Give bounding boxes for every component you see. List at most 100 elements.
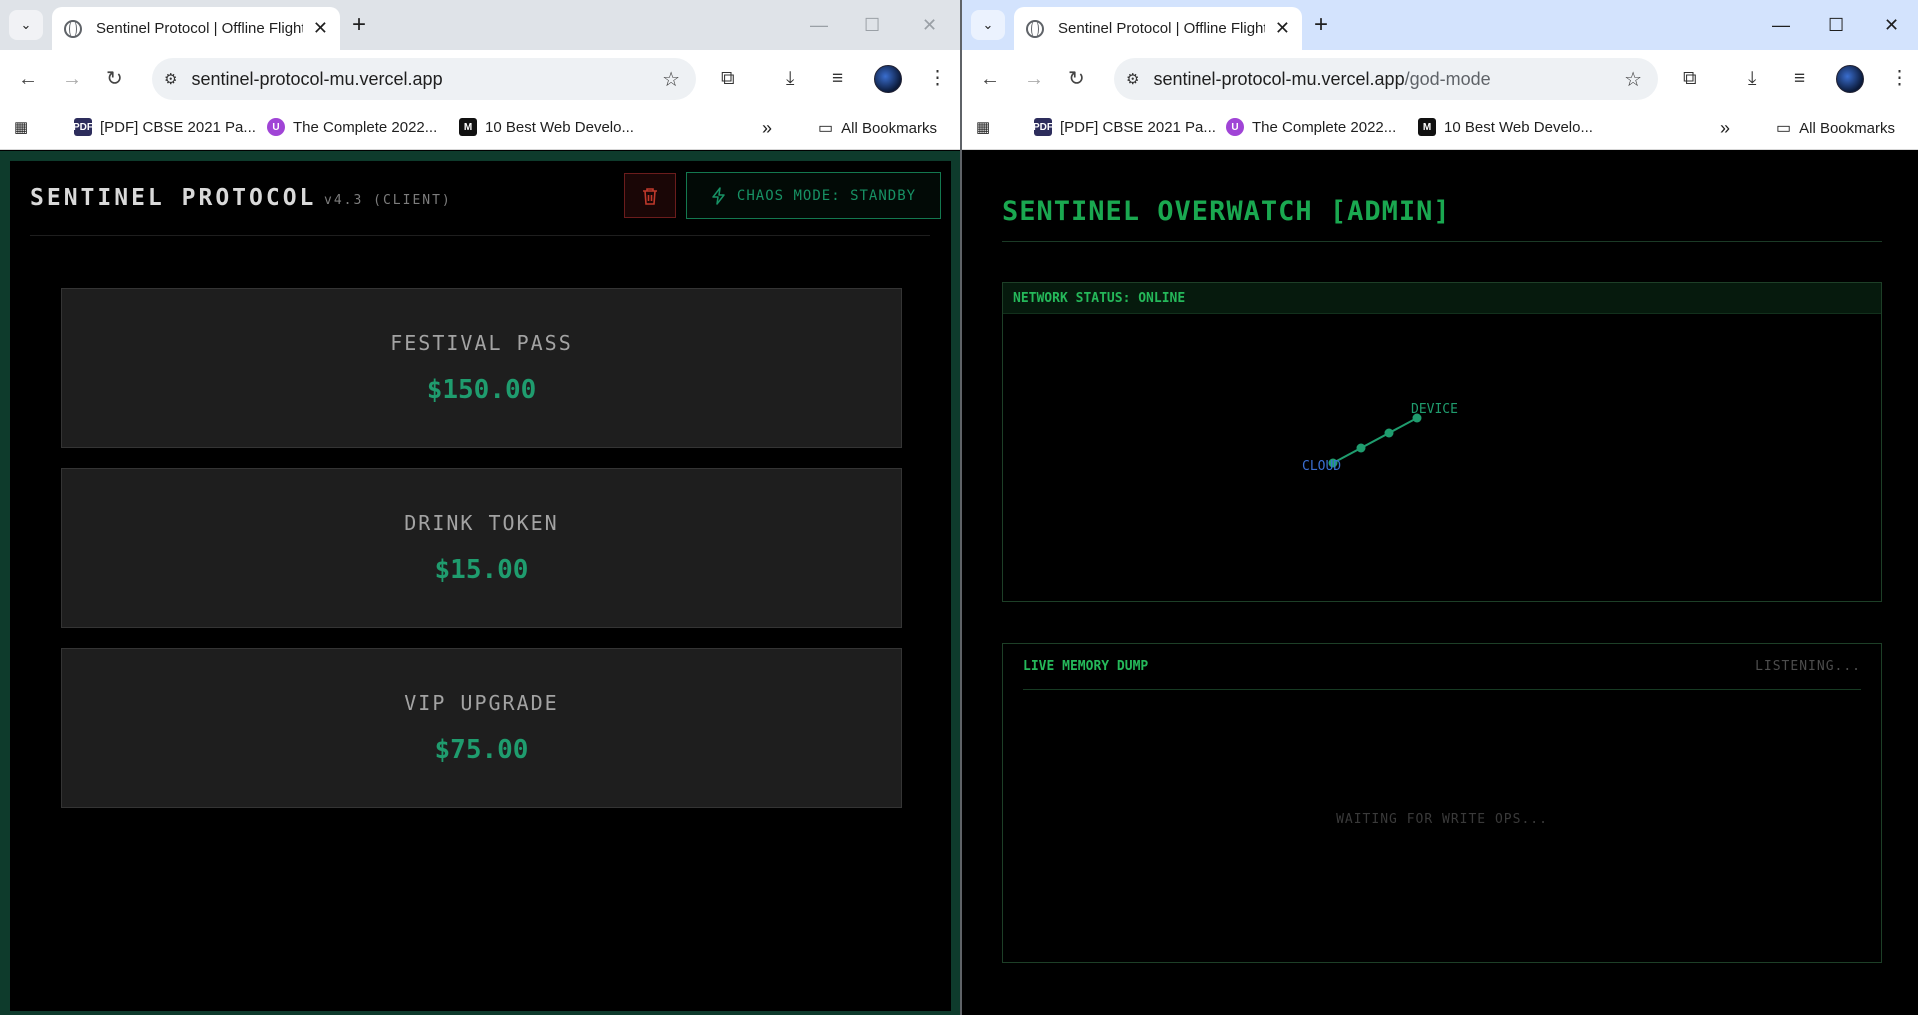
- extensions-icon[interactable]: ⧉: [721, 65, 735, 93]
- bookmark-label: [PDF] CBSE 2021 Pa...: [100, 118, 256, 136]
- bookmarks-bar: ▦ PDF [PDF] CBSE 2021 Pa... U The Complete…: [962, 108, 1918, 150]
- admin-browser-window: ⌄ Sentinel Protocol | Offline Flight ✕ +…: [962, 0, 1918, 1015]
- forward-arrow-icon[interactable]: →: [62, 64, 82, 94]
- globe-icon: [1026, 19, 1044, 38]
- bookmark-cbse[interactable]: PDF [PDF] CBSE 2021 Pa...: [1033, 118, 1216, 136]
- bookmarks-bar: ▦ PDF [PDF] CBSE 2021 Pa... U The Complete…: [0, 108, 961, 150]
- tab-sentinel-admin[interactable]: Sentinel Protocol | Offline Flight ✕: [1014, 7, 1302, 50]
- network-status-label: NETWORK STATUS: ONLINE: [1003, 283, 1881, 314]
- maximize-icon[interactable]: ☐: [864, 10, 880, 40]
- tab-search-button[interactable]: ⌄: [9, 10, 43, 40]
- chaos-mode-button[interactable]: CHAOS MODE: STANDBY: [686, 172, 941, 219]
- bookmark-label: 10 Best Web Develo...: [485, 118, 634, 136]
- memory-dump-title: LIVE MEMORY DUMP: [1023, 659, 1149, 674]
- close-tab-icon[interactable]: ✕: [1275, 18, 1290, 39]
- address-bar[interactable]: ⚙ sentinel-protocol-mu.vercel.app ☆: [152, 58, 696, 100]
- apps-grid-icon[interactable]: ▦: [14, 118, 28, 136]
- minimize-icon[interactable]: —: [1772, 10, 1790, 40]
- all-bookmarks-button[interactable]: ▭ All Bookmarks: [818, 118, 937, 138]
- reload-icon[interactable]: ↻: [106, 64, 123, 94]
- download-icon[interactable]: ⤓: [786, 65, 794, 93]
- extensions-icon[interactable]: ⧉: [1683, 65, 1697, 93]
- tab-title: Sentinel Protocol | Offline Flight: [96, 20, 303, 37]
- tab-strip: ⌄ Sentinel Protocol | Offline Flight ✕ +…: [0, 0, 961, 50]
- url-host: sentinel-protocol-mu.vercel.app: [1153, 68, 1405, 89]
- product-price: $150.00: [426, 375, 537, 405]
- bookmark-label: The Complete 2022...: [293, 118, 438, 136]
- bookmark-complete-2022[interactable]: U The Complete 2022...: [267, 118, 437, 136]
- network-status-panel: NETWORK STATUS: ONLINE CLOUD DEVICE: [1002, 282, 1882, 602]
- tab-sentinel-client[interactable]: Sentinel Protocol | Offline Flight ✕: [52, 7, 340, 50]
- clear-data-button[interactable]: [624, 173, 676, 218]
- site-settings-icon[interactable]: ⚙: [164, 70, 177, 88]
- globe-icon: [64, 19, 82, 38]
- new-tab-button[interactable]: +: [1314, 10, 1328, 40]
- back-arrow-icon[interactable]: ←: [980, 64, 1000, 94]
- address-bar[interactable]: ⚙ sentinel-protocol-mu.vercel.app/god-mo…: [1114, 58, 1658, 100]
- memory-dump-header: LIVE MEMORY DUMP LISTENING...: [1023, 644, 1861, 690]
- bookmark-label: The Complete 2022...: [1252, 118, 1397, 136]
- forward-arrow-icon[interactable]: →: [1024, 64, 1044, 94]
- lightning-icon: [712, 186, 725, 205]
- download-icon[interactable]: ⤓: [1748, 65, 1756, 93]
- kebab-menu-icon[interactable]: ⋮: [1890, 65, 1909, 93]
- bookmark-web-develo[interactable]: M 10 Best Web Develo...: [459, 118, 634, 136]
- client-browser-window: ⌄ Sentinel Protocol | Offline Flight ✕ +…: [0, 0, 961, 1015]
- cloud-node-label: CLOUD: [1302, 459, 1341, 474]
- bookmarks-overflow-button[interactable]: »: [762, 118, 772, 139]
- kebab-menu-icon[interactable]: ⋮: [928, 65, 947, 93]
- product-name: VIP UPGRADE: [404, 691, 559, 715]
- udemy-favicon-icon: U: [1226, 118, 1244, 136]
- profile-avatar[interactable]: [1836, 65, 1864, 93]
- close-window-icon[interactable]: ✕: [922, 10, 937, 40]
- bookmark-star-icon[interactable]: ☆: [1624, 67, 1642, 92]
- maximize-icon[interactable]: ☐: [1828, 10, 1844, 40]
- medium-favicon-icon: M: [1418, 118, 1436, 136]
- minimize-icon[interactable]: —: [810, 10, 828, 40]
- back-arrow-icon[interactable]: ←: [18, 64, 38, 94]
- bookmark-cbse[interactable]: PDF [PDF] CBSE 2021 Pa...: [73, 118, 256, 136]
- memory-dump-empty-state: WAITING FOR WRITE OPS...: [1336, 812, 1548, 827]
- apps-grid-icon[interactable]: ▦: [976, 118, 990, 136]
- medium-favicon-icon: M: [459, 118, 477, 136]
- tab-strip: ⌄ Sentinel Protocol | Offline Flight ✕ +…: [962, 0, 1918, 50]
- close-tab-icon[interactable]: ✕: [313, 18, 328, 39]
- bookmarks-overflow-button[interactable]: »: [1720, 118, 1730, 139]
- media-controls-icon[interactable]: ≡: [1794, 65, 1805, 93]
- close-window-icon[interactable]: ✕: [1884, 10, 1899, 40]
- url-path: /god-mode: [1404, 68, 1491, 89]
- profile-avatar[interactable]: [874, 65, 902, 93]
- memory-dump-panel: LIVE MEMORY DUMP LISTENING... WAITING FO…: [1002, 643, 1882, 963]
- trash-icon: [643, 187, 657, 205]
- packet-dot: [1384, 428, 1394, 438]
- product-price: $75.00: [434, 735, 529, 765]
- media-controls-icon[interactable]: ≡: [832, 65, 843, 93]
- all-bookmarks-label: All Bookmarks: [1799, 119, 1895, 137]
- all-bookmarks-button[interactable]: ▭ All Bookmarks: [1776, 118, 1895, 138]
- product-card-drink-token[interactable]: DRINK TOKEN $15.00: [61, 468, 902, 628]
- new-tab-button[interactable]: +: [352, 10, 366, 40]
- chaos-mode-label: CHAOS MODE: STANDBY: [736, 187, 917, 204]
- network-graph: CLOUD DEVICE: [1302, 402, 1458, 474]
- product-price: $15.00: [434, 555, 529, 585]
- bookmark-complete-2022[interactable]: U The Complete 2022...: [1226, 118, 1396, 136]
- bookmark-web-develo[interactable]: M 10 Best Web Develo...: [1418, 118, 1593, 136]
- tab-search-button[interactable]: ⌄: [971, 10, 1005, 40]
- memory-dump-status: LISTENING...: [1755, 659, 1861, 674]
- network-link: [1332, 417, 1418, 464]
- folder-icon: ▭: [818, 120, 834, 137]
- browser-toolbar: ← → ↻ ⚙ sentinel-protocol-mu.vercel.app/…: [962, 50, 1918, 108]
- product-card-vip-upgrade[interactable]: VIP UPGRADE $75.00: [61, 648, 902, 808]
- device-node-label: DEVICE: [1411, 402, 1458, 417]
- product-name: FESTIVAL PASS: [390, 331, 573, 355]
- url-host: sentinel-protocol-mu.vercel.app: [191, 68, 443, 89]
- site-settings-icon[interactable]: ⚙: [1126, 70, 1139, 88]
- pdf-favicon-icon: PDF: [1033, 118, 1053, 136]
- reload-icon[interactable]: ↻: [1068, 64, 1085, 94]
- udemy-favicon-icon: U: [267, 118, 285, 136]
- product-card-festival-pass[interactable]: FESTIVAL PASS $150.00: [61, 288, 902, 448]
- all-bookmarks-label: All Bookmarks: [841, 119, 937, 137]
- chevron-down-icon: ⌄: [982, 17, 994, 32]
- app-title: SENTINEL PROTOCOL: [30, 185, 317, 211]
- bookmark-star-icon[interactable]: ☆: [662, 67, 680, 92]
